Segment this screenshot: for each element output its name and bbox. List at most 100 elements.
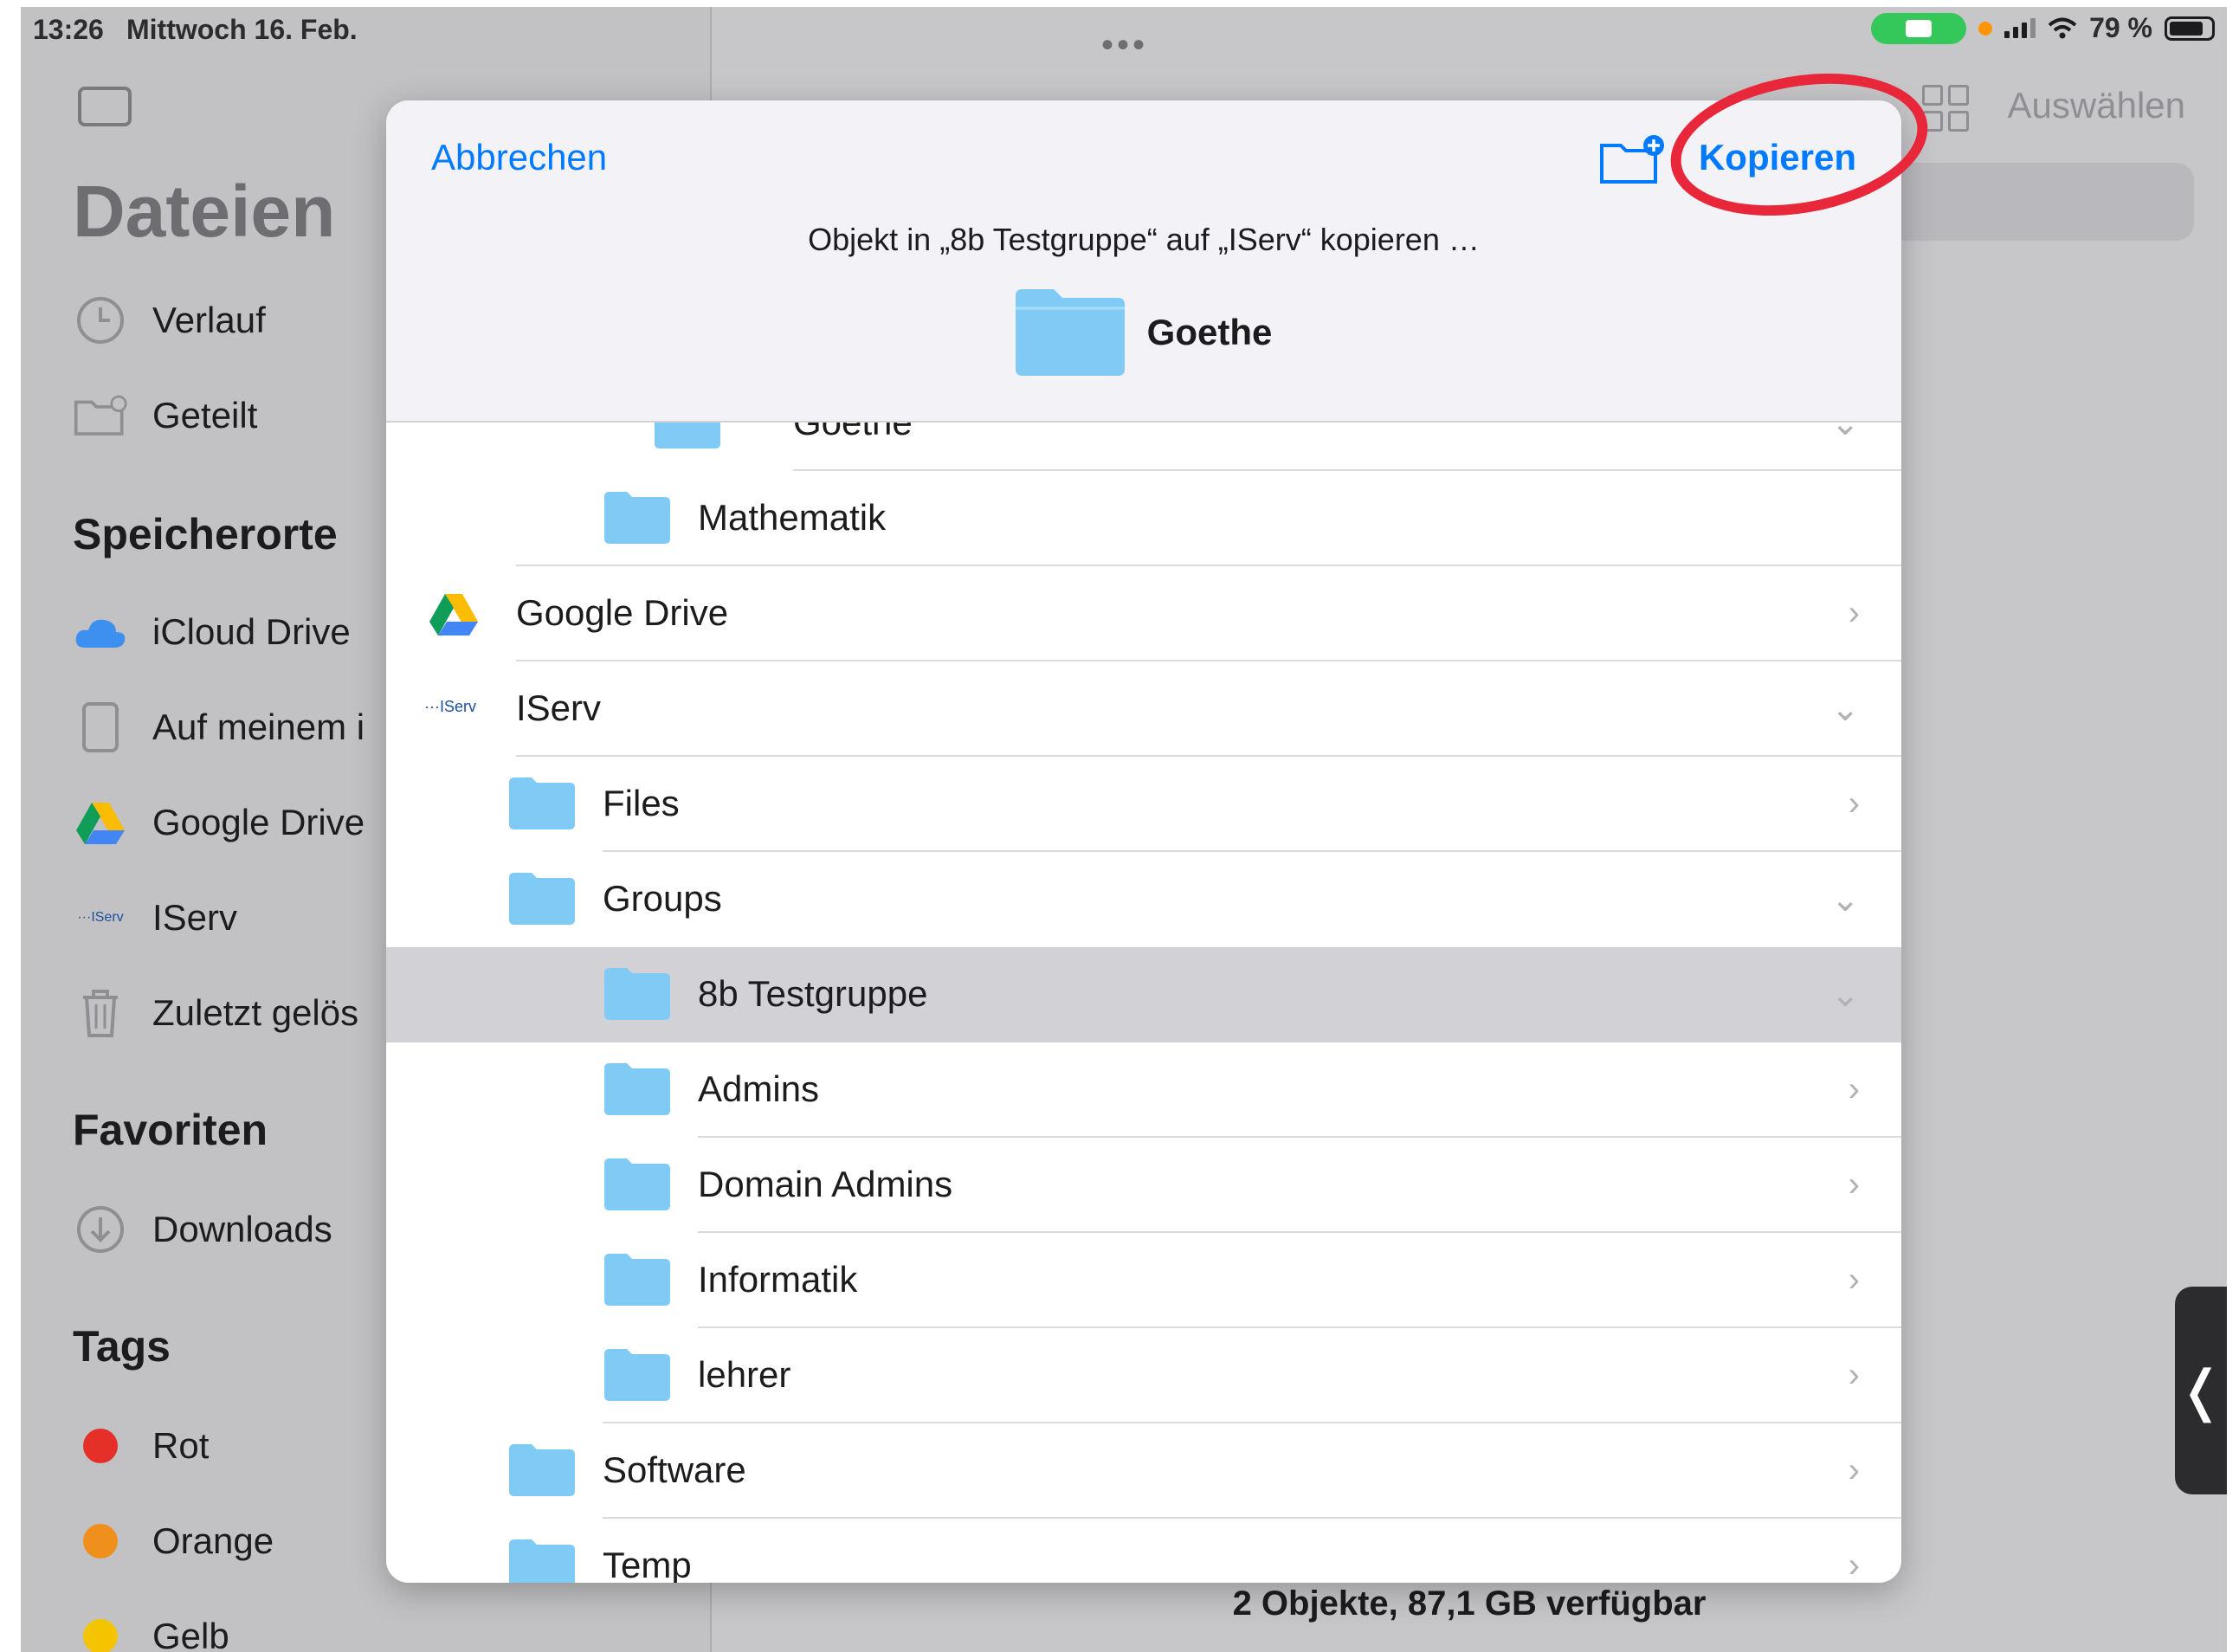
slide-over-handle-icon[interactable]: ❬ — [2175, 1287, 2227, 1494]
folder-icon — [655, 421, 720, 448]
storage-footer: 2 Objekte, 87,1 GB verfügbar — [1232, 1584, 1707, 1623]
new-folder-icon[interactable] — [1598, 133, 1668, 185]
folder-label: Mathematik — [698, 497, 887, 538]
folder-label: Groups — [603, 878, 722, 919]
chevron-right-icon: › — [1848, 1451, 1860, 1489]
google-drive-icon — [73, 795, 128, 850]
folder-label: Goethe — [793, 421, 913, 442]
sidebar-item-label: Orange — [152, 1520, 274, 1561]
sidebar-title: Dateien — [73, 171, 336, 252]
tag-dot-yellow — [83, 1619, 118, 1652]
chevron-right-icon: › — [1848, 594, 1860, 632]
folder-icon — [604, 492, 670, 544]
sidebar-item-label: iCloud Drive — [152, 611, 351, 652]
chevron-right-icon: › — [1848, 784, 1860, 823]
location-label: IServ — [516, 687, 602, 728]
destination-summary: Goethe — [386, 289, 1901, 376]
folder-label: Temp — [603, 1545, 692, 1583]
icloud-icon — [73, 604, 128, 660]
folder-row-informatik[interactable]: Informatik › — [386, 1233, 1901, 1328]
folder-row-admins[interactable]: Admins › — [386, 1042, 1901, 1138]
sidebar-item-on-my-ipad[interactable]: Auf meinem i — [73, 700, 365, 755]
folder-label: Software — [603, 1449, 746, 1490]
dialog-subtitle: Objekt in „8b Testgruppe“ auf „IServ“ ko… — [808, 222, 1480, 257]
folder-row-goethe[interactable]: Goethe ⌄ — [386, 421, 1901, 471]
grid-view-icon[interactable] — [1922, 85, 1969, 132]
sidebar-item-label: IServ — [152, 897, 238, 938]
folder-icon — [509, 778, 575, 829]
folder-row-domain-admins[interactable]: Domain Admins › — [386, 1138, 1901, 1233]
sidebar-item-tag-red[interactable]: Rot — [73, 1418, 209, 1474]
sidebar-item-recently-deleted[interactable]: Zuletzt gelös — [73, 985, 358, 1041]
sidebar-item-label: Google Drive — [152, 802, 365, 842]
status-time: 13:26 — [33, 14, 104, 45]
sidebar-item-downloads[interactable]: Downloads — [73, 1202, 332, 1257]
destination-name: Goethe — [1146, 312, 1273, 352]
folder-icon — [509, 1539, 575, 1583]
iserv-logo-icon: ···IServ — [424, 698, 476, 715]
sidebar-toggle-icon[interactable] — [78, 87, 132, 126]
download-icon — [73, 1202, 128, 1257]
battery-percent: 79 % — [2089, 12, 2152, 43]
folder-icon — [509, 873, 575, 925]
copy-dialog: Abbrechen Kopieren Objekt in „8b Testgru… — [386, 100, 1901, 1583]
folder-icon — [604, 1349, 670, 1401]
wifi-icon — [2048, 17, 2077, 38]
folder-icon — [604, 1158, 670, 1210]
sidebar-item-iserv[interactable]: ···IServ IServ — [73, 890, 237, 945]
tags-header: Tags — [73, 1322, 171, 1371]
sidebar-item-icloud[interactable]: iCloud Drive — [73, 604, 351, 660]
sidebar-item-recents[interactable]: Verlauf — [73, 293, 266, 348]
locations-header: Speicherorte — [73, 510, 338, 558]
battery-icon — [2165, 16, 2215, 41]
mic-indicator-icon — [1978, 21, 1993, 35]
sidebar-item-label: Auf meinem i — [152, 707, 365, 747]
folder-icon — [604, 1254, 670, 1306]
multitasking-dots-icon[interactable]: ••• — [1101, 26, 1148, 65]
folder-tree: Goethe ⌄ Mathematik Google Drive › ···IS… — [386, 421, 1901, 1583]
ipad-icon — [73, 700, 128, 755]
chevron-down-icon: ⌄ — [1830, 881, 1860, 919]
chevron-right-icon: › — [1848, 1356, 1860, 1394]
sidebar-item-shared[interactable]: Geteilt — [73, 388, 257, 443]
select-button[interactable]: Auswählen — [2008, 85, 2185, 126]
iserv-logo-icon: ···IServ — [77, 910, 124, 925]
folder-row-8b-testgruppe[interactable]: 8b Testgruppe ⌄ — [386, 947, 1901, 1042]
folder-row-software[interactable]: Software › — [386, 1423, 1901, 1519]
sidebar-item-tag-orange[interactable]: Orange — [73, 1513, 274, 1569]
chevron-right-icon: › — [1848, 1261, 1860, 1299]
sidebar-item-google-drive[interactable]: Google Drive — [73, 795, 365, 850]
cancel-button[interactable]: Abbrechen — [431, 137, 607, 178]
folder-label: 8b Testgruppe — [698, 973, 928, 1014]
location-row-google-drive[interactable]: Google Drive › — [386, 566, 1901, 661]
folder-icon — [1015, 289, 1125, 376]
folder-icon — [604, 1063, 670, 1115]
search-field[interactable] — [1882, 163, 2194, 241]
folder-row-lehrer[interactable]: lehrer › — [386, 1328, 1901, 1423]
chevron-down-icon: ⌄ — [1830, 690, 1860, 728]
favorites-header: Favoriten — [73, 1106, 268, 1154]
shared-folder-icon — [73, 388, 128, 443]
folder-row-mathematik[interactable]: Mathematik — [386, 471, 1901, 566]
sidebar-item-label: Downloads — [152, 1209, 332, 1249]
cellular-signal-icon — [2004, 18, 2036, 38]
folder-icon — [604, 968, 670, 1020]
status-date: Mittwoch 16. Feb. — [126, 14, 358, 45]
sidebar-item-label: Gelb — [152, 1616, 229, 1652]
folder-label: Files — [603, 783, 680, 823]
tag-dot-orange — [83, 1524, 118, 1558]
sidebar-item-label: Zuletzt gelös — [152, 992, 359, 1033]
chevron-down-icon: ⌄ — [1830, 976, 1860, 1014]
folder-row-files[interactable]: Files › — [386, 757, 1901, 852]
tag-dot-red — [83, 1429, 118, 1463]
folder-row-temp[interactable]: Temp › — [386, 1519, 1901, 1583]
folder-row-groups[interactable]: Groups ⌄ — [386, 852, 1901, 947]
sidebar-item-tag-yellow[interactable]: Gelb — [73, 1609, 229, 1652]
camera-in-use-icon — [1871, 12, 1967, 44]
ipad-screen: Dateien Verlauf Geteilt Speicherorte iCl… — [21, 7, 2227, 1652]
folder-label: Informatik — [698, 1259, 858, 1300]
location-row-iserv[interactable]: ···IServ IServ ⌄ — [386, 661, 1901, 757]
sidebar-item-label: Rot — [152, 1425, 210, 1466]
chevron-down-icon: ⌄ — [1830, 421, 1860, 442]
location-label: Google Drive — [516, 592, 729, 633]
